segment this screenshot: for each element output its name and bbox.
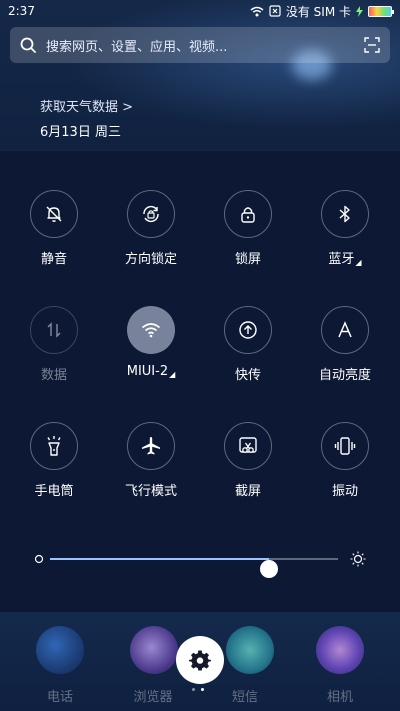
brightness-track[interactable]	[50, 558, 338, 578]
toggle-label: 手电筒	[34, 484, 74, 499]
date-label: 6月13日 周三	[40, 125, 121, 140]
wifi-icon	[250, 6, 264, 16]
menu-triangle-icon: ◢	[355, 258, 362, 267]
weather-link[interactable]: 获取天气数据 >	[40, 96, 133, 115]
toggle-label: 快传	[234, 368, 261, 383]
toggle-circle[interactable]	[224, 422, 272, 470]
wifi-icon	[141, 323, 161, 338]
weather-widget: 获取天气数据 > 6月13日 周三	[40, 96, 133, 140]
status-icons: 没有 SIM 卡	[250, 3, 394, 20]
auto-brightness-icon	[338, 321, 352, 338]
toggle-bluetooth[interactable]: 蓝牙◢	[300, 190, 390, 270]
brightness-low-icon	[34, 554, 44, 564]
toggle-circle[interactable]	[321, 306, 369, 354]
toggle-circle[interactable]	[127, 306, 175, 354]
dock-label: 短信	[231, 690, 258, 705]
bell-off-icon	[46, 206, 62, 222]
page-dot-active	[201, 688, 204, 691]
dock-label: 浏览器	[133, 690, 173, 705]
toggle-rotation-lock[interactable]: 方向锁定	[106, 190, 196, 270]
battery-icon	[368, 5, 394, 17]
no-sim-icon	[269, 5, 281, 17]
toggle-circle[interactable]	[224, 306, 272, 354]
search-icon	[20, 37, 36, 53]
airplane-icon	[142, 437, 160, 455]
scan-icon[interactable]	[364, 37, 380, 53]
toggle-quick-share[interactable]: 快传	[203, 306, 293, 386]
toggle-circle[interactable]	[127, 422, 175, 470]
toggle-airplane[interactable]: 飞行模式	[106, 422, 196, 502]
page-dot	[192, 688, 195, 691]
bluetooth-icon	[339, 205, 350, 223]
toggle-label: 静音	[40, 252, 67, 267]
toggle-flashlight[interactable]: 手电筒	[9, 422, 99, 502]
toggle-wifi[interactable]: MIUI-2◢	[106, 306, 196, 386]
search-placeholder: 搜索网页、设置、应用、视频...	[46, 39, 228, 55]
toggle-label: 数据	[40, 368, 67, 383]
divider	[0, 150, 400, 151]
vibrate-icon	[334, 437, 356, 455]
toggle-circle[interactable]	[127, 190, 175, 238]
search-bar[interactable]: 搜索网页、设置、应用、视频...	[10, 27, 390, 63]
toggle-lock-screen[interactable]: 锁屏	[203, 190, 293, 270]
toggle-circle[interactable]	[321, 422, 369, 470]
mobile-data-icon	[47, 322, 61, 338]
toggle-label: 自动亮度	[318, 368, 371, 383]
phone-app-icon[interactable]	[36, 626, 84, 674]
browser-app-icon[interactable]	[130, 626, 178, 674]
messages-app-icon[interactable]	[226, 626, 274, 674]
toggle-label: MIUI-2◢	[127, 364, 176, 379]
dock-label: 电话	[46, 690, 73, 705]
toggle-vibrate[interactable]: 振动	[300, 422, 390, 502]
toggle-circle[interactable]	[30, 422, 78, 470]
flashlight-icon	[47, 436, 61, 456]
camera-app-icon[interactable]	[316, 626, 364, 674]
toggle-mute[interactable]: 静音	[9, 190, 99, 270]
screenshot-icon	[239, 437, 257, 453]
toggle-auto-brightness[interactable]: 自动亮度	[300, 306, 390, 386]
toggle-label: 方向锁定	[124, 252, 177, 267]
brightness-thumb[interactable]	[259, 560, 278, 578]
lock-icon	[241, 207, 255, 223]
dock-label: 相机	[326, 690, 353, 705]
settings-button[interactable]	[176, 636, 224, 684]
menu-triangle-icon: ◢	[169, 370, 176, 379]
brightness-high-icon	[350, 551, 366, 567]
gear-icon	[189, 650, 211, 671]
rotation-lock-icon	[143, 205, 159, 223]
toggle-mobile-data[interactable]: 数据	[9, 306, 99, 386]
charging-icon	[356, 5, 363, 17]
toggle-circle[interactable]	[30, 306, 78, 354]
sim-status-text: 没有 SIM 卡	[285, 4, 351, 19]
toggle-label: 截屏	[234, 484, 261, 499]
toggle-label: 振动	[331, 484, 358, 499]
toggle-circle[interactable]	[224, 190, 272, 238]
brightness-slider[interactable]	[32, 548, 372, 578]
toggle-label: 锁屏	[234, 252, 261, 267]
status-time: 2:37	[8, 4, 35, 18]
toggle-label-text: MIUI-2	[126, 364, 169, 379]
toggle-label-text: 蓝牙	[328, 252, 355, 267]
toggle-circle[interactable]	[321, 190, 369, 238]
page-indicator	[192, 688, 204, 691]
toggle-screenshot[interactable]: 截屏	[203, 422, 293, 502]
toggle-label: 蓝牙◢	[328, 248, 361, 267]
toggle-label: 飞行模式	[124, 484, 177, 499]
quick-share-icon	[239, 321, 257, 339]
toggle-circle[interactable]	[30, 190, 78, 238]
status-bar: 2:37 没有 SIM 卡	[0, 0, 400, 22]
brightness-fill	[50, 558, 269, 560]
